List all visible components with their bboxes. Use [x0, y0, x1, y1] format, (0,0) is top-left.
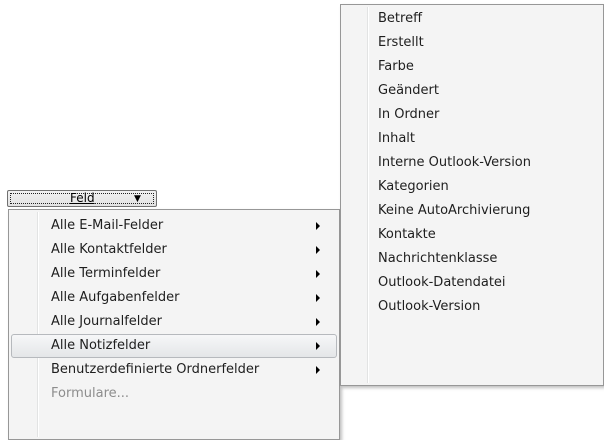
- menu-item-label: Kategorien: [378, 179, 449, 194]
- menu-item-label: Keine AutoArchivierung: [378, 203, 531, 218]
- dropdown-arrow-icon: ▼: [134, 194, 141, 204]
- menu-item-label: Outlook-Version: [378, 299, 481, 314]
- field-category-menu: Alle E-Mail-Felder Alle Kontaktfelder Al…: [8, 209, 340, 440]
- menu-item-label: Outlook-Datendatei: [378, 275, 506, 290]
- menu-item-alle-journalfelder[interactable]: Alle Journalfelder: [11, 310, 337, 334]
- menu-item-label: Geändert: [378, 83, 439, 98]
- submenu-item-inhalt[interactable]: Inhalt: [343, 127, 601, 151]
- menu-item-label: Erstellt: [378, 35, 424, 50]
- submenu-item-in-ordner[interactable]: In Ordner: [343, 103, 601, 127]
- submenu-item-keine-autoarchivierung[interactable]: Keine AutoArchivierung: [343, 199, 601, 223]
- submenu-item-outlook-version[interactable]: Outlook-Version: [343, 295, 601, 319]
- submenu-item-nachrichtenklasse[interactable]: Nachrichtenklasse: [343, 247, 601, 271]
- submenu-arrow-icon: [316, 270, 320, 278]
- submenu-item-betreff[interactable]: Betreff: [343, 7, 601, 31]
- menu-item-alle-email-felder[interactable]: Alle E-Mail-Felder: [11, 214, 337, 238]
- submenu-arrow-icon: [316, 294, 320, 302]
- submenu-arrow-icon: [316, 342, 320, 350]
- feld-dropdown-button[interactable]: Feld ▼: [7, 190, 157, 207]
- menu-item-label: Kontakte: [378, 227, 436, 242]
- menu-item-label: Alle Kontaktfelder: [51, 242, 167, 257]
- menu-item-formulare: Formulare...: [11, 382, 337, 406]
- menu-item-label: Alle Notizfelder: [51, 338, 151, 353]
- menu-item-label: In Ordner: [378, 107, 440, 122]
- submenu-arrow-icon: [316, 366, 320, 374]
- submenu-item-geaendert[interactable]: Geändert: [343, 79, 601, 103]
- menu-item-label: Nachrichtenklasse: [378, 251, 498, 266]
- menu-item-label: Alle Journalfelder: [51, 314, 162, 329]
- submenu-arrow-icon: [316, 222, 320, 230]
- menu-item-label: Alle Terminfelder: [51, 266, 161, 281]
- menu-item-benutzerdefinierte-ordnerfelder[interactable]: Benutzerdefinierte Ordnerfelder: [11, 358, 337, 382]
- menu-item-label: Farbe: [378, 59, 414, 74]
- submenu-item-erstellt[interactable]: Erstellt: [343, 31, 601, 55]
- menu-item-label: Benutzerdefinierte Ordnerfelder: [51, 362, 260, 377]
- submenu-item-outlook-datendatei[interactable]: Outlook-Datendatei: [343, 271, 601, 295]
- submenu-item-kategorien[interactable]: Kategorien: [343, 175, 601, 199]
- menu-item-alle-terminfelder[interactable]: Alle Terminfelder: [11, 262, 337, 286]
- menu-item-alle-kontaktfelder[interactable]: Alle Kontaktfelder: [11, 238, 337, 262]
- menu-item-label: Alle E-Mail-Felder: [51, 218, 164, 233]
- menu-item-alle-aufgabenfelder[interactable]: Alle Aufgabenfelder: [11, 286, 337, 310]
- menu-item-label: Interne Outlook-Version: [378, 155, 532, 170]
- submenu-item-kontakte[interactable]: Kontakte: [343, 223, 601, 247]
- menu-item-label: Formulare...: [51, 386, 130, 401]
- submenu-item-interne-outlook-version[interactable]: Interne Outlook-Version: [343, 151, 601, 175]
- feld-dropdown-label: Feld: [70, 191, 95, 205]
- submenu-arrow-icon: [316, 246, 320, 254]
- menu-item-label: Inhalt: [378, 131, 415, 146]
- menu-item-label: Alle Aufgabenfelder: [51, 290, 180, 305]
- submenu-item-farbe[interactable]: Farbe: [343, 55, 601, 79]
- submenu-arrow-icon: [316, 318, 320, 326]
- menu-item-label: Betreff: [378, 11, 423, 26]
- menu-item-alle-notizfelder[interactable]: Alle Notizfelder: [11, 334, 337, 358]
- notizfelder-submenu: Betreff Erstellt Farbe Geändert In Ordne…: [340, 4, 604, 386]
